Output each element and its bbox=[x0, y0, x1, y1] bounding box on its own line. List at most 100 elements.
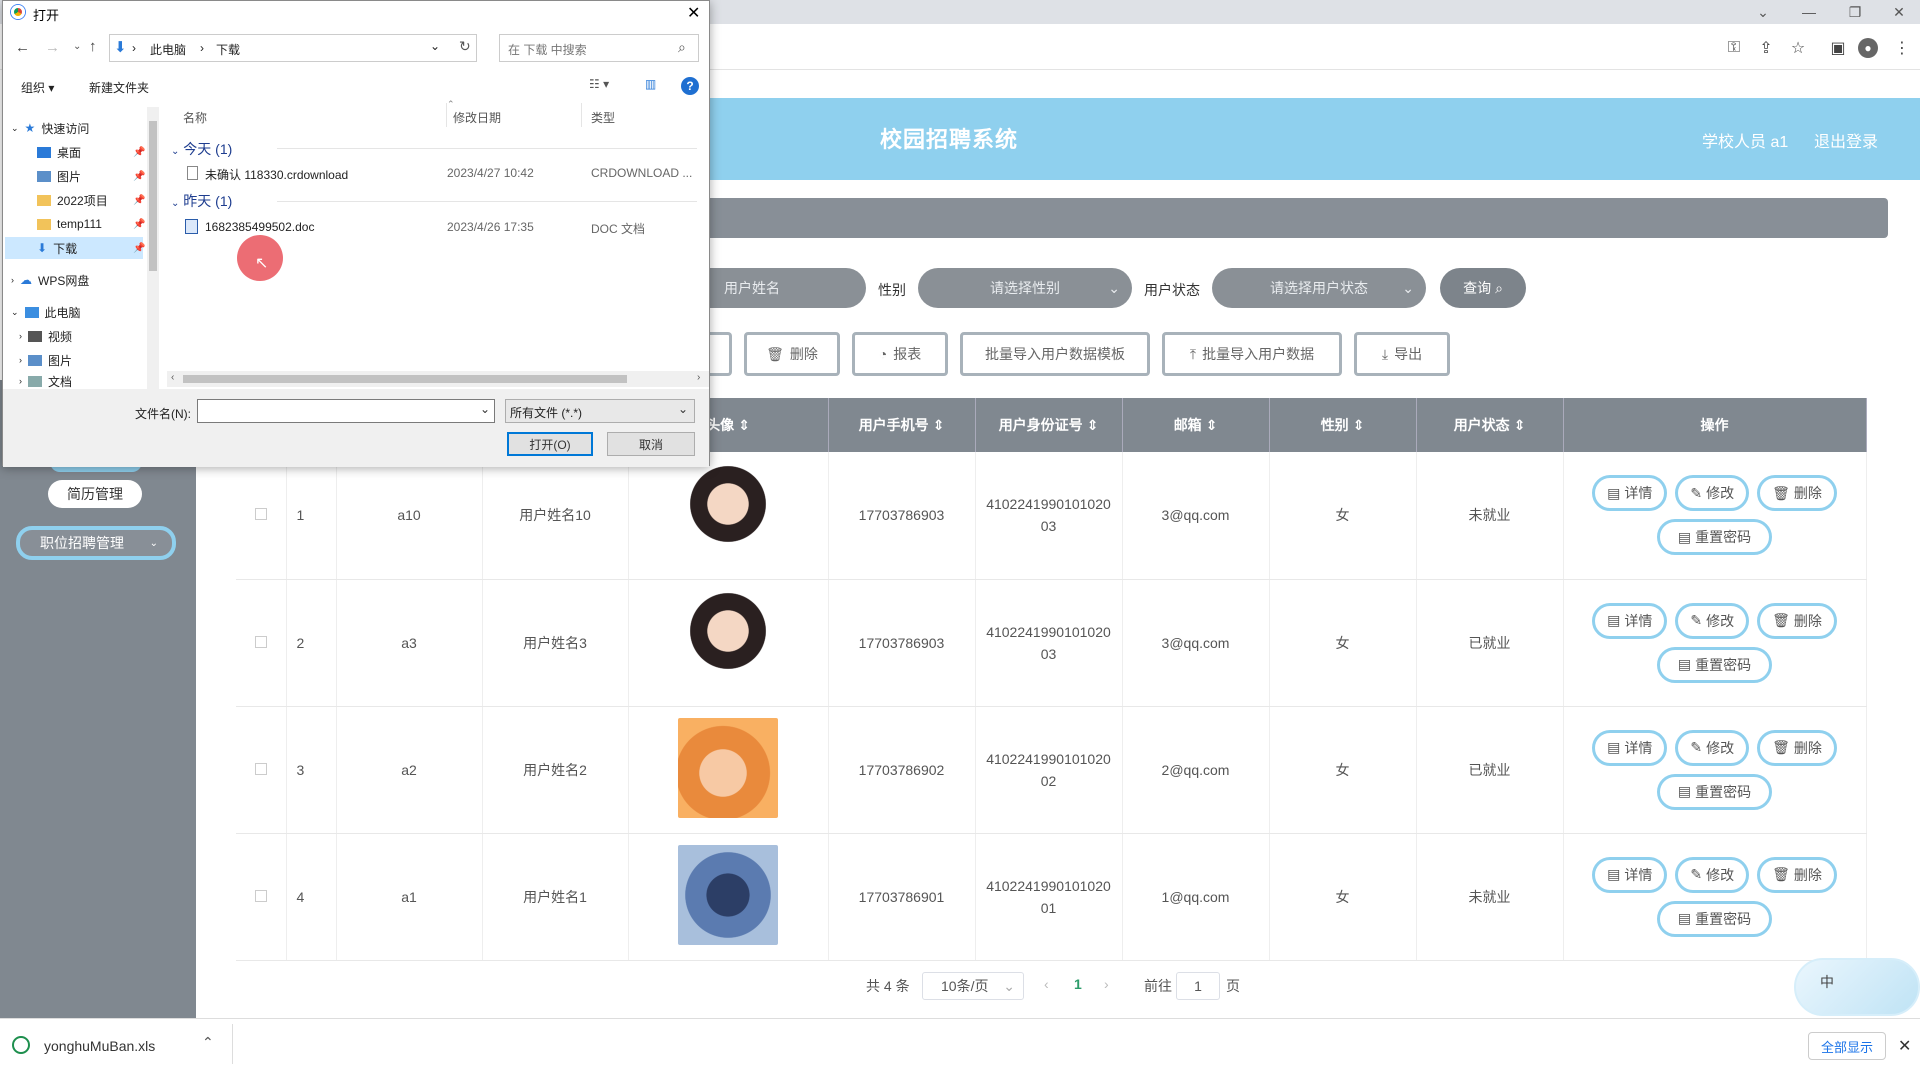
group-today[interactable]: ⌄ 今天 (1) bbox=[171, 139, 232, 159]
open-button[interactable]: 打开(O) bbox=[507, 432, 593, 456]
edit-button[interactable]: ✎ 修改 bbox=[1675, 729, 1750, 766]
tree-downloads[interactable]: ⬇ 下载 📌 bbox=[5, 237, 145, 259]
download-filename[interactable]: yonghuMuBan.xls bbox=[44, 1038, 155, 1054]
column-name[interactable]: 名称 bbox=[183, 109, 207, 126]
delete-button[interactable]: 🗑 删除 bbox=[1757, 729, 1837, 766]
delete-button[interactable]: 🗑 删除 bbox=[1757, 856, 1837, 893]
export-button[interactable]: ⤓ 导出 bbox=[1354, 332, 1450, 376]
window-close-button[interactable]: ✕ bbox=[1876, 0, 1920, 24]
file-row[interactable]: 未确认 118330.crdownload 2023/4/27 10:42 CR… bbox=[167, 161, 707, 185]
minimize-button[interactable]: — bbox=[1786, 0, 1832, 24]
import-template-button[interactable]: 批量导入用户数据模板 bbox=[960, 332, 1150, 376]
row-checkbox[interactable] bbox=[254, 762, 267, 775]
goto-page-input[interactable]: 1 bbox=[1176, 972, 1220, 1000]
chevron-down-icon[interactable]: ⌄ bbox=[430, 39, 440, 53]
filetype-select[interactable]: 所有文件 (*.*) ⌄ bbox=[505, 399, 695, 423]
delete-button[interactable]: 🗑 删除 bbox=[1757, 602, 1837, 639]
detail-button[interactable]: ▤ 详情 bbox=[1592, 729, 1668, 766]
reset-password-button[interactable]: ▤ 重置密码 bbox=[1656, 773, 1773, 810]
tree-quick-access[interactable]: ⌄ ★ 快速访问 bbox=[11, 117, 89, 139]
share-icon[interactable]: ⇪ bbox=[1754, 36, 1778, 60]
ime-widget[interactable]: 中 bbox=[1794, 958, 1920, 1016]
profile-icon[interactable]: ● bbox=[1858, 38, 1878, 58]
sidebar-item-jobs[interactable]: 职位招聘管理 ⌄ bbox=[16, 526, 176, 560]
up-arrow-icon[interactable]: ↑ bbox=[89, 38, 97, 55]
status-select[interactable]: 请选择用户状态 ⌄ bbox=[1212, 268, 1426, 308]
back-arrow-icon[interactable]: ← bbox=[15, 39, 30, 56]
organize-menu[interactable]: 组织 ▾ bbox=[21, 79, 54, 96]
logout-link[interactable]: 退出登录 bbox=[1814, 128, 1878, 152]
tree-wps-cloud[interactable]: › ☁ WPS网盘 bbox=[11, 269, 89, 291]
preview-pane-icon[interactable]: ▥ bbox=[645, 77, 656, 91]
dialog-close-icon[interactable]: ✕ bbox=[687, 3, 700, 23]
header-status[interactable]: 用户状态 ⇕ bbox=[1416, 398, 1564, 452]
address-bar[interactable]: ⬇ › 此电脑 › 下载 ⌄ bbox=[109, 34, 477, 62]
folder-search-input[interactable]: 在 下载 中搜索 ⌕ bbox=[499, 34, 699, 62]
tree-videos[interactable]: › 视频 bbox=[19, 325, 72, 347]
recent-dropdown-icon[interactable]: ⌄ bbox=[73, 41, 81, 52]
detail-button[interactable]: ▤ 详情 bbox=[1592, 856, 1668, 893]
row-checkbox[interactable] bbox=[254, 889, 267, 902]
tree-temp111[interactable]: temp111 📌 bbox=[37, 213, 145, 235]
edit-button[interactable]: ✎ 修改 bbox=[1675, 856, 1750, 893]
header-phone[interactable]: 用户手机号 ⇕ bbox=[828, 398, 976, 452]
edit-button[interactable]: ✎ 修改 bbox=[1675, 602, 1750, 639]
refresh-icon[interactable]: ↻ bbox=[459, 38, 471, 55]
scroll-left-icon[interactable]: ‹ bbox=[171, 372, 174, 383]
new-folder-button[interactable]: 新建文件夹 bbox=[89, 79, 149, 96]
breadcrumb-this-pc[interactable]: 此电脑 bbox=[150, 41, 186, 58]
tree-scrollbar[interactable] bbox=[147, 107, 159, 389]
forward-arrow-icon[interactable]: → bbox=[45, 39, 60, 56]
detail-button[interactable]: ▤ 详情 bbox=[1592, 602, 1668, 639]
header-idcard[interactable]: 用户身份证号 ⇕ bbox=[975, 398, 1123, 452]
delete-button[interactable]: 🗑 删除 bbox=[1757, 475, 1837, 512]
prev-page-icon[interactable]: ‹ bbox=[1044, 976, 1049, 992]
report-button[interactable]: ◔ 报表 bbox=[852, 332, 948, 376]
tab-search-button[interactable]: ⌄ bbox=[1740, 0, 1786, 24]
file-list-hscrollbar[interactable]: ‹ › bbox=[167, 371, 709, 387]
show-all-button[interactable]: 全部显示 bbox=[1808, 1032, 1886, 1060]
row-checkbox[interactable] bbox=[254, 508, 267, 521]
batch-delete-button[interactable]: 🗑 删除 bbox=[744, 332, 840, 376]
edit-button[interactable]: ✎ 修改 bbox=[1675, 475, 1750, 512]
reset-password-button[interactable]: ▤ 重置密码 bbox=[1656, 646, 1773, 683]
tree-scrollbar-thumb[interactable] bbox=[149, 121, 157, 271]
column-type[interactable]: 类型 bbox=[591, 109, 615, 126]
restore-button[interactable]: ❐ bbox=[1832, 0, 1878, 24]
hscrollbar-thumb[interactable] bbox=[183, 375, 627, 383]
page-current[interactable]: 1 bbox=[1074, 976, 1082, 992]
key-icon[interactable]: ⚿ bbox=[1722, 36, 1746, 60]
header-gender[interactable]: 性别 ⇕ bbox=[1269, 398, 1417, 452]
page-size-select[interactable]: 10条/页 ⌄ bbox=[922, 972, 1024, 1000]
view-options-icon[interactable]: ☷ ▾ bbox=[589, 77, 609, 91]
import-data-button[interactable]: ⤒ 批量导入用户数据 bbox=[1162, 332, 1342, 376]
tree-pc-pictures[interactable]: › 图片 bbox=[19, 349, 72, 371]
tree-this-pc[interactable]: ⌄ 此电脑 bbox=[11, 301, 81, 323]
row-checkbox[interactable] bbox=[254, 635, 267, 648]
reset-password-button[interactable]: ▤ 重置密码 bbox=[1656, 900, 1773, 937]
sidebar-icon[interactable]: ▣ bbox=[1826, 36, 1850, 60]
column-modified[interactable]: 修改日期 bbox=[445, 109, 501, 126]
group-yesterday[interactable]: ⌄ 昨天 (1) bbox=[171, 191, 232, 211]
help-icon[interactable]: ? bbox=[681, 77, 699, 95]
star-icon[interactable]: ☆ bbox=[1786, 36, 1810, 60]
scroll-right-icon[interactable]: › bbox=[697, 372, 700, 383]
file-row[interactable]: 1682385499502.doc 2023/4/26 17:35 DOC 文档 bbox=[167, 215, 707, 239]
chevron-up-icon[interactable]: ⌃ bbox=[202, 1034, 214, 1051]
next-page-icon[interactable]: › bbox=[1104, 976, 1109, 992]
query-button[interactable]: 查询 ⌕ bbox=[1440, 268, 1526, 308]
tree-desktop[interactable]: 桌面 📌 bbox=[37, 141, 145, 163]
menu-icon[interactable]: ⋮ bbox=[1890, 36, 1914, 60]
close-download-bar-icon[interactable]: ✕ bbox=[1898, 1036, 1911, 1056]
filename-input[interactable]: ⌄ bbox=[197, 399, 495, 423]
sidebar-item-resume[interactable]: 简历管理 bbox=[48, 480, 142, 508]
reset-password-button[interactable]: ▤ 重置密码 bbox=[1656, 519, 1773, 556]
gender-select[interactable]: 请选择性别 ⌄ bbox=[918, 268, 1132, 308]
tree-documents[interactable]: › 文档 bbox=[19, 373, 72, 389]
detail-button[interactable]: ▤ 详情 bbox=[1592, 475, 1668, 512]
header-email[interactable]: 邮箱 ⇕ bbox=[1122, 398, 1270, 452]
cancel-button[interactable]: 取消 bbox=[607, 432, 695, 456]
tree-2022-project[interactable]: 2022项目 📌 bbox=[37, 189, 145, 211]
tree-pictures[interactable]: 图片 📌 bbox=[37, 165, 145, 187]
breadcrumb-downloads[interactable]: 下载 bbox=[216, 41, 240, 58]
